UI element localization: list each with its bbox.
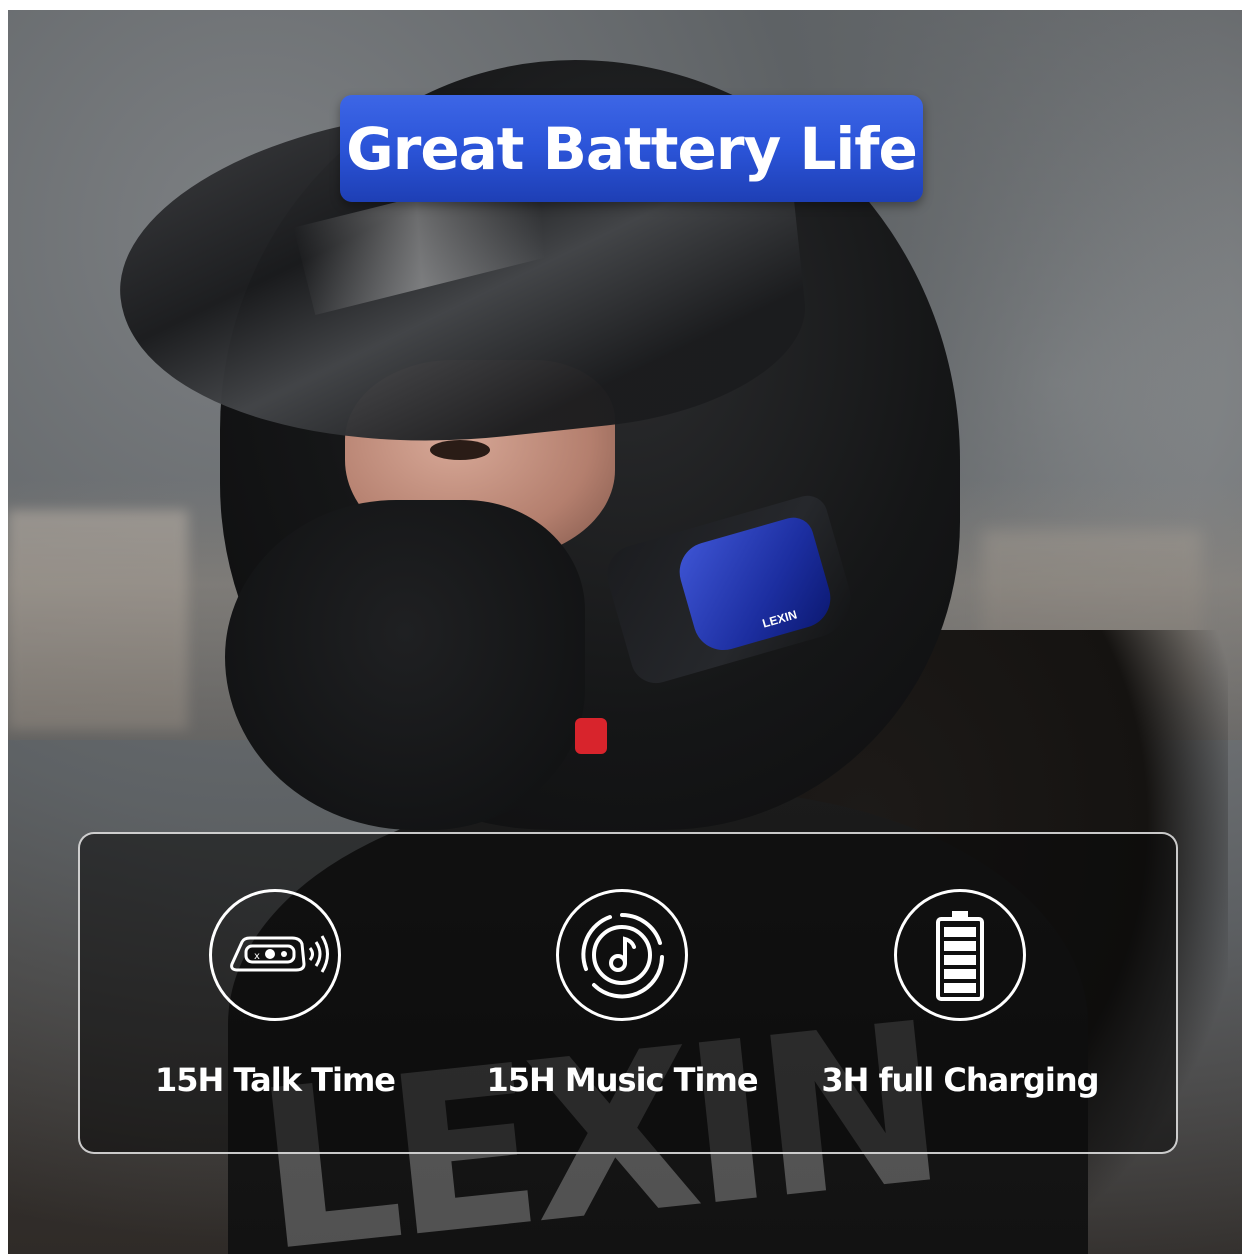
helmet-strap-clip <box>575 718 607 754</box>
feature-music-time: 15H Music Time <box>442 889 802 1119</box>
feature-label: 15H Music Time <box>486 1061 758 1099</box>
feature-label: 3H full Charging <box>821 1061 1099 1099</box>
page-title: Great Battery Life <box>346 114 918 183</box>
battery-icon <box>936 911 984 1001</box>
feature-icon-circle: x <box>209 889 341 1021</box>
intercom-device-icon: x <box>230 935 329 973</box>
background-building <box>8 510 188 730</box>
features-panel: x 15H Talk Time 15H Music Time 3H full C… <box>78 832 1178 1154</box>
feature-icon-circle <box>556 889 688 1021</box>
rider-eye <box>430 440 490 460</box>
feature-label: 15H Talk Time <box>155 1061 396 1099</box>
svg-text:x: x <box>254 951 260 962</box>
music-disc-icon <box>581 913 664 999</box>
feature-icon-circle <box>894 889 1026 1021</box>
title-badge: Great Battery Life <box>340 95 923 202</box>
feature-charging: 3H full Charging <box>780 889 1140 1119</box>
feature-talk-time: x 15H Talk Time <box>95 889 455 1119</box>
